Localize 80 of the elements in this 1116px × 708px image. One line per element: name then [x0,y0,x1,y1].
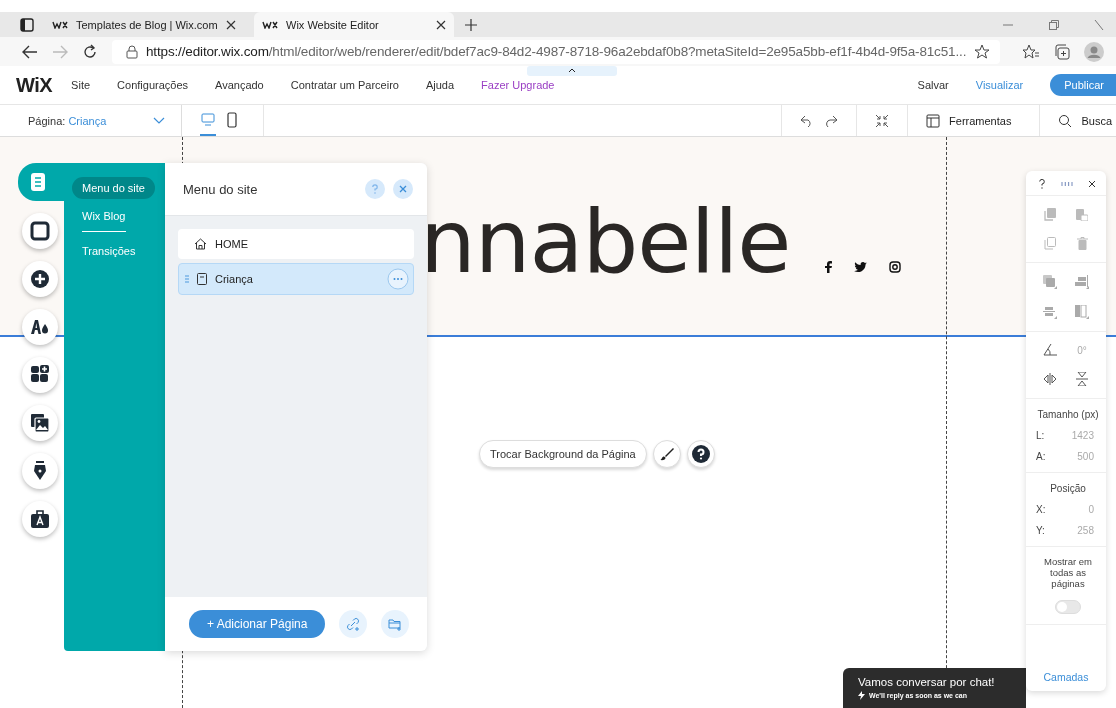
page-icon [197,273,207,285]
zoom-out-icon[interactable] [875,113,890,128]
design-icon [30,317,50,337]
flip-horizontal-icon[interactable] [1043,373,1057,385]
drag-handle-icon[interactable] [1060,182,1073,186]
wix-logo[interactable]: WiX [16,73,53,97]
tools-button[interactable]: Ferramentas [907,105,1040,136]
media-tool-button[interactable] [22,405,58,441]
show-all-pages-toggle[interactable] [1055,599,1081,614]
add-icon [30,269,50,289]
pages-tool-button[interactable] [18,163,64,201]
menu-item[interactable]: Site [71,79,91,91]
avatar-icon[interactable] [1084,41,1105,62]
field-label: A: [1036,451,1046,462]
drag-handle-icon[interactable] [185,275,189,283]
chat-title: Vamos conversar por chat! [858,676,996,688]
brush-button[interactable] [652,440,681,468]
instagram-icon[interactable] [888,261,901,273]
site-favicon-icon [52,20,68,29]
chevron-down-icon [153,116,165,125]
help-button[interactable] [686,440,715,468]
rotate-icon[interactable] [1043,344,1057,356]
new-tab-icon[interactable] [464,17,478,32]
add-folder-icon[interactable] [381,610,410,638]
design-tool-button[interactable] [22,309,58,345]
change-background-button[interactable]: Trocar Background da Página [479,440,647,468]
help-icon[interactable] [1039,179,1045,189]
tab-actions-icon[interactable] [20,17,34,32]
field-label: L: [1036,430,1045,441]
page-item[interactable]: Criança [178,263,414,295]
site-favicon-icon [262,20,278,29]
business-icon [30,509,50,529]
panel-title: Menu do site [183,181,258,197]
menu-item[interactable]: Ajuda [425,79,455,91]
sidebar-item[interactable]: Menu do site [72,177,155,199]
toggle-label: Mostrar em todas as páginas [1042,557,1093,590]
menu-item[interactable]: Configurações [117,79,188,91]
page-item[interactable]: HOME [178,229,414,259]
browser-tab[interactable]: Wix Website Editor [254,12,454,37]
apps-icon [30,365,50,385]
menu-item[interactable]: Avançado [215,79,264,91]
flip-vertical-icon[interactable] [1076,372,1088,386]
background-icon [30,221,50,241]
search-button[interactable]: Busca [1039,105,1116,136]
site-title: nnabelle [420,189,791,293]
search-icon [1058,113,1073,128]
brush-icon [659,447,674,461]
save-link[interactable]: Salvar [917,79,949,91]
facebook-icon[interactable] [824,261,832,273]
field-label: Y: [1036,525,1045,536]
mobile-icon [227,111,237,128]
business-tool-button[interactable] [22,501,58,537]
preview-link[interactable]: Visualizar [975,79,1024,91]
apps-tool-button[interactable] [22,357,58,393]
home-icon [194,238,207,250]
add-favorite-icon[interactable] [974,43,991,60]
reload-icon[interactable] [82,43,98,60]
back-icon[interactable] [22,44,38,59]
browser-tab[interactable]: Templates de Blog | Wix.com [44,12,244,37]
lock-icon [126,44,138,59]
tools-icon [926,113,941,128]
page-dropdown[interactable]: Página: Criança [0,105,182,136]
section-title: Posição [1049,483,1087,494]
address-field[interactable]: https://editor.wix.com/html/editor/web/renderer/edit/bdef7ac9-84d2-4987-8718-96a2ebdaf0b8?metaSiteId=2e95a5bb-ef1f-4b4d-9f5a-81c51... [112,39,1001,64]
menu-item[interactable]: Fazer Upgrade [481,79,555,91]
help-icon [691,445,710,463]
media-icon [30,413,50,433]
twitter-icon[interactable] [853,261,867,273]
pages-icon [28,172,48,192]
menu-item[interactable]: Contratar um Parceiro [290,79,399,91]
field-label: X: [1036,504,1046,515]
favorites-icon[interactable] [1022,43,1041,60]
redo-icon[interactable] [824,114,839,127]
restore-icon[interactable] [1048,18,1060,31]
section-title: Tamanho (px) [1036,409,1100,420]
lightning-icon [858,691,865,700]
layers-link[interactable]: Camadas [1026,663,1106,691]
collections-icon[interactable] [1054,43,1071,60]
desktop-icon [201,112,215,127]
blog-tool-button[interactable] [22,453,58,489]
